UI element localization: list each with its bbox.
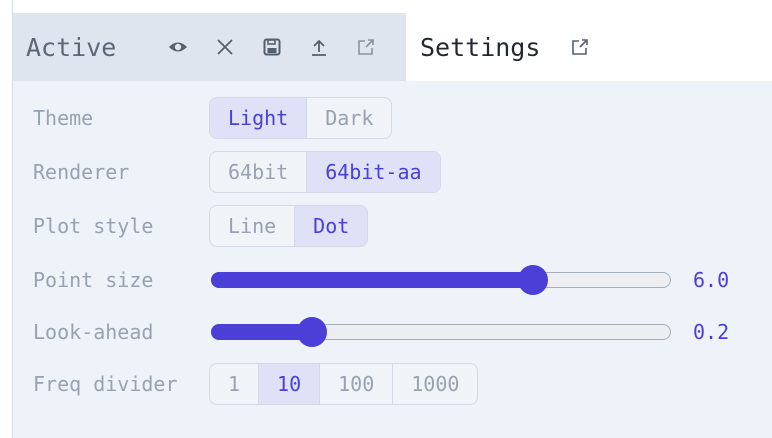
point-size-slider[interactable]	[211, 265, 671, 295]
upload-icon[interactable]	[307, 35, 331, 59]
plot-style-label: Plot style	[33, 214, 154, 238]
tab-bar-empty	[624, 13, 772, 81]
save-icon[interactable]	[260, 35, 284, 59]
tab-settings[interactable]: Settings	[406, 13, 624, 81]
plot-style-option-dot[interactable]: Dot	[295, 206, 368, 246]
freq-divider-option-100[interactable]: 100	[320, 364, 394, 404]
point-size-thumb[interactable]	[518, 265, 548, 295]
external-link-icon[interactable]	[568, 35, 592, 59]
renderer-option-64bit-aa[interactable]: 64bit-aa	[307, 152, 440, 192]
renderer-label: Renderer	[33, 160, 130, 184]
renderer-row: Renderer 64bit 64bit-aa	[33, 151, 441, 193]
look-ahead-label: Look-ahead	[33, 320, 154, 344]
point-size-label: Point size	[33, 268, 154, 292]
tab-settings-title: Settings	[420, 32, 541, 62]
freq-divider-option-10[interactable]: 10	[259, 364, 321, 404]
freq-divider-row: Freq divider 1 10 100 1000	[33, 363, 479, 405]
external-link-icon[interactable]	[354, 35, 378, 59]
plot-style-row: Plot style Line Dot	[33, 205, 369, 247]
renderer-option-64bit[interactable]: 64bit	[210, 152, 308, 192]
theme-toggle: Light Dark	[209, 97, 393, 139]
point-size-row: Point size 6.0	[33, 259, 729, 301]
tab-active[interactable]: Active	[13, 13, 406, 81]
look-ahead-row: Look-ahead 0.2	[33, 311, 729, 353]
tab-bar: Active Settings	[13, 13, 772, 81]
freq-divider-label: Freq divider	[33, 372, 178, 396]
theme-option-light[interactable]: Light	[210, 98, 308, 138]
freq-divider-option-1[interactable]: 1	[210, 364, 260, 404]
freq-divider-option-1000[interactable]: 1000	[393, 364, 477, 404]
eye-icon[interactable]	[166, 35, 190, 59]
top-border	[12, 0, 772, 14]
look-ahead-value: 0.2	[693, 320, 730, 344]
freq-divider-toggle: 1 10 100 1000	[209, 363, 479, 405]
point-size-fill	[211, 272, 533, 288]
plot-style-option-line[interactable]: Line	[210, 206, 296, 246]
settings-panel: Active Settings Theme Light Dark Rendere…	[12, 13, 772, 438]
theme-row: Theme Light Dark	[33, 97, 393, 139]
theme-option-dark[interactable]: Dark	[307, 98, 391, 138]
renderer-toggle: 64bit 64bit-aa	[209, 151, 441, 193]
theme-label: Theme	[33, 106, 94, 130]
plot-style-toggle: Line Dot	[209, 205, 369, 247]
point-size-value: 6.0	[693, 268, 730, 292]
close-icon[interactable]	[213, 35, 237, 59]
tab-active-title: Active	[26, 32, 117, 62]
look-ahead-thumb[interactable]	[297, 317, 327, 347]
look-ahead-slider[interactable]	[211, 317, 671, 347]
